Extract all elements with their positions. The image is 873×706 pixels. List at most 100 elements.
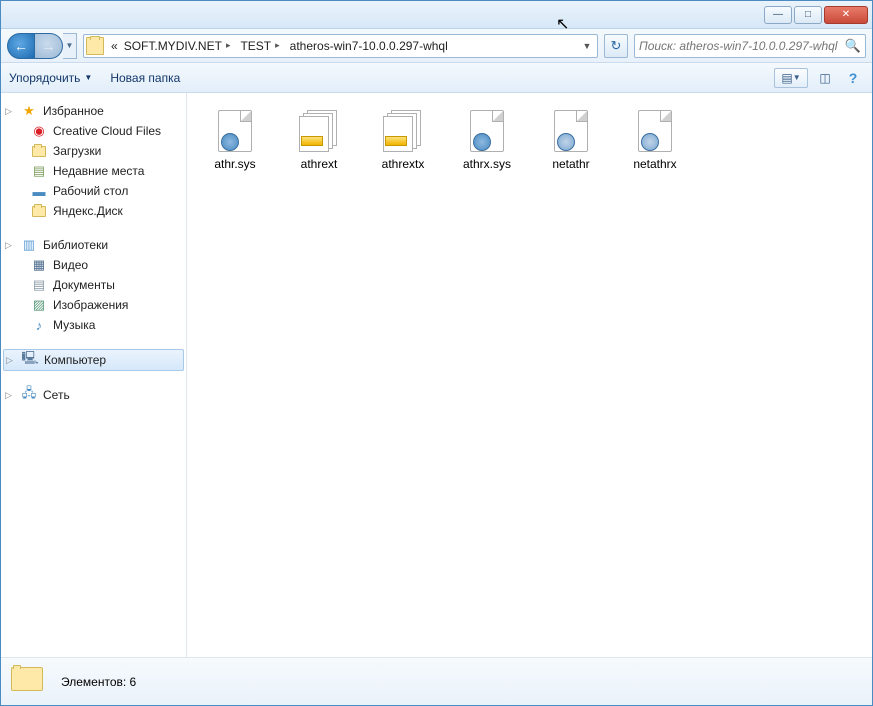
view-options-button[interactable]: ▤ ▼ bbox=[774, 68, 808, 88]
sidebar-head-label: Сеть bbox=[43, 388, 70, 402]
sidebar-item-desktop[interactable]: ▬ Рабочий стол bbox=[1, 181, 186, 201]
sidebar-group-libraries: ▷ ▥ Библиотеки ▦ Видео ▤ Документы ▨ Изо… bbox=[1, 235, 186, 335]
organize-label: Упорядочить bbox=[9, 71, 80, 85]
refresh-button[interactable]: ↻ bbox=[604, 34, 628, 58]
preview-pane-button[interactable]: ◫ bbox=[814, 68, 836, 88]
video-icon: ▦ bbox=[31, 257, 47, 273]
status-text: Элементов: 6 bbox=[61, 675, 136, 689]
file-item[interactable]: athr.sys bbox=[199, 105, 271, 175]
history-dropdown[interactable]: ▼ bbox=[63, 33, 77, 59]
maximize-button[interactable]: □ bbox=[794, 6, 822, 24]
file-name: athrx.sys bbox=[463, 157, 511, 171]
folder-icon bbox=[31, 203, 47, 219]
titlebar: — □ ✕ bbox=[1, 1, 872, 29]
search-input[interactable] bbox=[639, 39, 845, 53]
twisty-icon[interactable]: ▷ bbox=[5, 240, 15, 251]
inf-file-icon bbox=[549, 109, 593, 153]
twisty-icon[interactable]: ▷ bbox=[5, 390, 15, 401]
star-icon: ★ bbox=[21, 103, 37, 119]
sidebar-item-label: Рабочий стол bbox=[53, 184, 128, 198]
sidebar-item-label: Изображения bbox=[53, 298, 128, 312]
navbar: ← → ▼ « SOFT.MYDIV.NET▸ TEST▸ atheros-wi… bbox=[1, 29, 872, 63]
sidebar: ▷ ★ Избранное ◉ Creative Cloud Files Заг… bbox=[1, 93, 187, 657]
content-pane[interactable]: athr.sys athrext athrextx athrx.sys neta… bbox=[187, 93, 872, 657]
file-item[interactable]: netathrx bbox=[619, 105, 691, 175]
minimize-button[interactable]: — bbox=[764, 6, 792, 24]
sidebar-item-images[interactable]: ▨ Изображения bbox=[1, 295, 186, 315]
file-name: athrext bbox=[301, 157, 338, 171]
cat-file-icon bbox=[381, 109, 425, 153]
file-item[interactable]: athrext bbox=[283, 105, 355, 175]
breadcrumb-label: atheros-win7-10.0.0.297-whql bbox=[290, 39, 448, 53]
sidebar-head-libraries[interactable]: ▷ ▥ Библиотеки bbox=[1, 235, 186, 255]
file-name: athrextx bbox=[382, 157, 425, 171]
body: ▷ ★ Избранное ◉ Creative Cloud Files Заг… bbox=[1, 93, 872, 657]
twisty-icon[interactable]: ▷ bbox=[6, 355, 16, 366]
sidebar-item-recent[interactable]: ▤ Недавние места bbox=[1, 161, 186, 181]
sidebar-head-favorites[interactable]: ▷ ★ Избранное bbox=[1, 101, 186, 121]
breadcrumb-prefix: « bbox=[108, 39, 121, 53]
toolbar: Упорядочить ▼ Новая папка ▤ ▼ ◫ ? bbox=[1, 63, 872, 93]
sidebar-item-downloads[interactable]: Загрузки bbox=[1, 141, 186, 161]
address-bar[interactable]: « SOFT.MYDIV.NET▸ TEST▸ atheros-win7-10.… bbox=[83, 34, 598, 58]
sidebar-item-yandex[interactable]: Яндекс.Диск bbox=[1, 201, 186, 221]
desktop-icon: ▬ bbox=[31, 183, 47, 199]
sidebar-item-documents[interactable]: ▤ Документы bbox=[1, 275, 186, 295]
sidebar-item-creative-cloud[interactable]: ◉ Creative Cloud Files bbox=[1, 121, 186, 141]
folder-icon bbox=[31, 143, 47, 159]
network-icon: 🖧 bbox=[21, 387, 37, 403]
sidebar-item-music[interactable]: ♪ Музыка bbox=[1, 315, 186, 335]
sys-file-icon bbox=[213, 109, 257, 153]
sidebar-item-label: Недавние места bbox=[53, 164, 144, 178]
file-name: athr.sys bbox=[214, 157, 255, 171]
sidebar-head-label: Избранное bbox=[43, 104, 104, 118]
breadcrumb[interactable]: TEST▸ bbox=[237, 39, 286, 53]
folder-icon bbox=[11, 667, 47, 697]
file-name: netathrx bbox=[633, 157, 676, 171]
new-folder-label: Новая папка bbox=[110, 71, 180, 85]
back-button[interactable]: ← bbox=[7, 33, 35, 59]
music-icon: ♪ bbox=[31, 317, 47, 333]
sidebar-group-computer: ▷ 🖳 Компьютер bbox=[1, 349, 186, 371]
sidebar-group-network: ▷ 🖧 Сеть bbox=[1, 385, 186, 405]
close-button[interactable]: ✕ bbox=[824, 6, 868, 24]
file-item[interactable]: athrx.sys bbox=[451, 105, 523, 175]
breadcrumb[interactable]: SOFT.MYDIV.NET▸ bbox=[121, 39, 238, 53]
recent-icon: ▤ bbox=[31, 163, 47, 179]
folder-icon bbox=[86, 37, 104, 55]
cat-file-icon bbox=[297, 109, 341, 153]
breadcrumb-label: TEST bbox=[240, 39, 271, 53]
computer-icon: 🖳 bbox=[22, 352, 38, 368]
sidebar-item-label: Документы bbox=[53, 278, 115, 292]
image-icon: ▨ bbox=[31, 297, 47, 313]
breadcrumb-label: SOFT.MYDIV.NET bbox=[124, 39, 222, 53]
file-name: netathr bbox=[552, 157, 589, 171]
sidebar-item-label: Яндекс.Диск bbox=[53, 204, 123, 218]
sidebar-item-video[interactable]: ▦ Видео bbox=[1, 255, 186, 275]
address-dropdown[interactable]: ▼ bbox=[579, 41, 595, 51]
help-button[interactable]: ? bbox=[842, 68, 864, 88]
organize-button[interactable]: Упорядочить ▼ bbox=[9, 71, 92, 85]
statusbar: Элементов: 6 bbox=[1, 657, 872, 705]
file-item[interactable]: netathr bbox=[535, 105, 607, 175]
sidebar-head-computer[interactable]: ▷ 🖳 Компьютер bbox=[3, 349, 184, 371]
libraries-icon: ▥ bbox=[21, 237, 37, 253]
chevron-down-icon: ▼ bbox=[84, 73, 92, 82]
sidebar-item-label: Видео bbox=[53, 258, 88, 272]
file-item[interactable]: athrextx bbox=[367, 105, 439, 175]
cc-icon: ◉ bbox=[31, 123, 47, 139]
sidebar-item-label: Creative Cloud Files bbox=[53, 124, 161, 138]
new-folder-button[interactable]: Новая папка bbox=[110, 71, 180, 85]
doc-icon: ▤ bbox=[31, 277, 47, 293]
sidebar-head-network[interactable]: ▷ 🖧 Сеть bbox=[1, 385, 186, 405]
twisty-icon[interactable]: ▷ bbox=[5, 106, 15, 117]
forward-button[interactable]: → bbox=[35, 33, 63, 59]
breadcrumb[interactable]: atheros-win7-10.0.0.297-whql bbox=[287, 39, 451, 53]
sidebar-item-label: Загрузки bbox=[53, 144, 101, 158]
inf-file-icon bbox=[633, 109, 677, 153]
search-box[interactable]: 🔍 bbox=[634, 34, 866, 58]
sidebar-head-label: Компьютер bbox=[44, 353, 106, 367]
sidebar-group-favorites: ▷ ★ Избранное ◉ Creative Cloud Files Заг… bbox=[1, 101, 186, 221]
explorer-window: ↖ — □ ✕ ← → ▼ « SOFT.MYDIV.NET▸ TEST▸ at… bbox=[0, 0, 873, 706]
search-icon[interactable]: 🔍 bbox=[845, 38, 861, 54]
